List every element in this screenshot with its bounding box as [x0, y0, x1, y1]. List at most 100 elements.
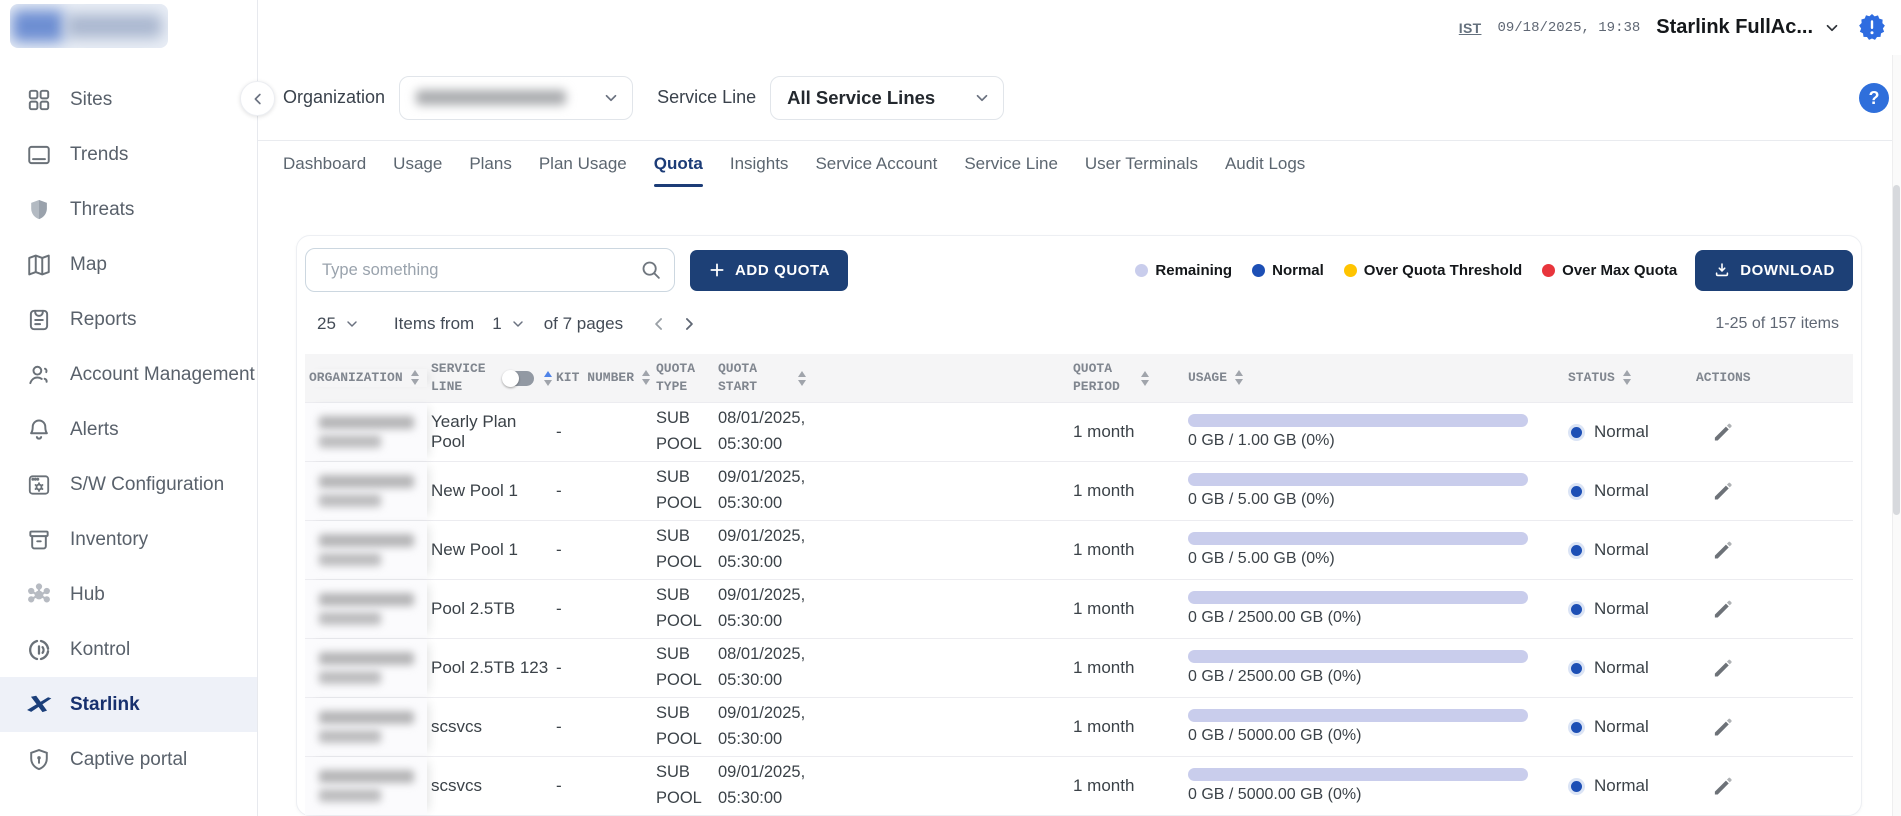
column-header-service-line[interactable]: SERVICE LINE — [427, 360, 552, 395]
usage-text: 0 GB / 5.00 GB (0%) — [1188, 550, 1564, 568]
sort-icon[interactable] — [411, 370, 419, 385]
edit-button[interactable] — [1710, 773, 1736, 799]
cell-quota-period: 1 month — [1069, 481, 1184, 501]
pencil-icon — [1710, 478, 1736, 504]
hub-icon — [26, 582, 52, 608]
sidebar-item-alerts[interactable]: Alerts — [0, 402, 257, 457]
cell-status: Normal — [1564, 540, 1692, 560]
add-quota-button[interactable]: ADD QUOTA — [690, 250, 848, 291]
sidebar-item-sw-configuration[interactable]: S/W Configuration — [0, 457, 257, 512]
sidebar-collapse-button[interactable] — [240, 81, 275, 116]
usage-text: 0 GB / 5000.00 GB (0%) — [1188, 786, 1564, 804]
tab-plans[interactable]: Plans — [469, 141, 512, 187]
column-header-kit-number[interactable]: KIT NUMBER — [552, 369, 652, 387]
cell-service-line: scsvcs — [427, 717, 552, 737]
cell-actions — [1692, 773, 1855, 799]
tab-service-account[interactable]: Service Account — [815, 141, 937, 187]
tab-dashboard[interactable]: Dashboard — [283, 141, 366, 187]
download-button[interactable]: DOWNLOAD — [1695, 250, 1853, 291]
cell-actions — [1692, 714, 1855, 740]
search-input[interactable] — [322, 261, 640, 280]
sidebar-item-hub[interactable]: Hub — [0, 567, 257, 622]
sidebar-item-captive-portal[interactable]: Captive portal — [0, 732, 257, 787]
usage-progress-bar — [1188, 650, 1528, 663]
cell-organization-redacted — [305, 462, 427, 520]
page-select[interactable]: 1 — [492, 314, 525, 334]
edit-button[interactable] — [1710, 537, 1736, 563]
sort-icon[interactable] — [1235, 370, 1243, 385]
service-line-toggle[interactable] — [503, 371, 534, 386]
tab-insights[interactable]: Insights — [730, 141, 789, 187]
edit-button[interactable] — [1710, 419, 1736, 445]
tab-usage[interactable]: Usage — [393, 141, 442, 187]
tab-audit-logs[interactable]: Audit Logs — [1225, 141, 1305, 187]
chevron-right-icon — [679, 314, 699, 334]
sidebar-item-map[interactable]: Map — [0, 237, 257, 292]
legend-normal: Normal — [1252, 262, 1324, 279]
legend-dot — [1252, 264, 1265, 277]
edit-button[interactable] — [1710, 655, 1736, 681]
usage-text: 0 GB / 5000.00 GB (0%) — [1188, 727, 1564, 745]
tab-quota[interactable]: Quota — [654, 141, 703, 187]
service-line-select[interactable]: All Service Lines — [770, 76, 1004, 120]
sidebar-item-sites[interactable]: Sites — [0, 72, 257, 127]
cell-quota-period: 1 month — [1069, 540, 1184, 560]
cell-actions — [1692, 478, 1855, 504]
status-dot-icon — [1568, 778, 1585, 795]
organization-label: Organization — [283, 87, 385, 108]
sort-icon[interactable] — [1141, 371, 1149, 386]
table-row: scsvcs - SUB POOL 09/01/2025, 05:30:00 1… — [305, 756, 1853, 815]
sidebar-item-starlink[interactable]: Starlink — [0, 677, 257, 732]
scrollbar-thumb[interactable] — [1893, 185, 1900, 515]
cell-quota-start: 09/01/2025, 05:30:00 — [714, 760, 839, 811]
cell-service-line: Pool 2.5TB 123 — [427, 658, 552, 678]
cell-quota-type: SUB POOL — [652, 583, 714, 634]
cell-usage: 0 GB / 5.00 GB (0%) — [1184, 473, 1564, 509]
notification-badge-icon[interactable] — [1857, 13, 1887, 43]
search-icon[interactable] — [640, 259, 662, 281]
sort-icon[interactable] — [798, 371, 806, 386]
tab-user-terminals[interactable]: User Terminals — [1085, 141, 1198, 187]
shield-icon — [26, 197, 52, 223]
report-icon — [26, 307, 52, 333]
sidebar-item-kontrol[interactable]: Kontrol — [0, 622, 257, 677]
pencil-icon — [1710, 655, 1736, 681]
edit-button[interactable] — [1710, 478, 1736, 504]
cell-kit-number: - — [552, 599, 652, 619]
sidebar-item-threats[interactable]: Threats — [0, 182, 257, 237]
of-pages-label: of 7 pages — [544, 314, 623, 334]
legend-dot — [1542, 264, 1555, 277]
account-dropdown[interactable]: Starlink FullAc... — [1656, 16, 1841, 39]
prev-page-button[interactable] — [649, 314, 669, 334]
sort-icon[interactable] — [1623, 370, 1631, 385]
status-label: Normal — [1594, 717, 1649, 737]
help-button[interactable]: ? — [1859, 83, 1889, 113]
edit-button[interactable] — [1710, 714, 1736, 740]
table-row: Pool 2.5TB 123 - SUB POOL 08/01/2025, 05… — [305, 638, 1853, 697]
sidebar-item-inventory[interactable]: Inventory — [0, 512, 257, 567]
column-header-quota-period[interactable]: QUOTA PERIOD — [1069, 360, 1184, 395]
items-from-label: Items from — [394, 314, 474, 334]
sidebar-item-account-management[interactable]: Account Management — [0, 347, 257, 402]
page-size-select[interactable]: 25 — [317, 314, 360, 334]
tab-service-line[interactable]: Service Line — [964, 141, 1058, 187]
edit-button[interactable] — [1710, 596, 1736, 622]
column-header-quota-start[interactable]: QUOTA START — [714, 360, 1069, 395]
table-header-row: ORGANIZATION SERVICE LINE KIT NUMBER QUO… — [305, 354, 1853, 402]
search-box — [305, 248, 675, 292]
cell-status: Normal — [1564, 776, 1692, 796]
cell-quota-start: 09/01/2025, 05:30:00 — [714, 583, 839, 634]
sidebar-item-reports[interactable]: Reports — [0, 292, 257, 347]
kontrol-icon — [26, 637, 52, 663]
usage-legend: Remaining Normal Over Quota Threshold Ov… — [1135, 262, 1695, 279]
sort-icon[interactable] — [642, 370, 650, 385]
column-header-usage[interactable]: USAGE — [1184, 369, 1564, 387]
column-header-status[interactable]: STATUS — [1564, 369, 1692, 387]
organization-select[interactable] — [399, 76, 633, 120]
column-header-organization[interactable]: ORGANIZATION — [305, 369, 427, 387]
sort-icon[interactable] — [544, 371, 552, 386]
next-page-button[interactable] — [679, 314, 699, 334]
sidebar-item-trends[interactable]: Trends — [0, 127, 257, 182]
tab-plan-usage[interactable]: Plan Usage — [539, 141, 627, 187]
quota-card: ADD QUOTA Remaining Normal Over Quota Th… — [296, 235, 1862, 816]
